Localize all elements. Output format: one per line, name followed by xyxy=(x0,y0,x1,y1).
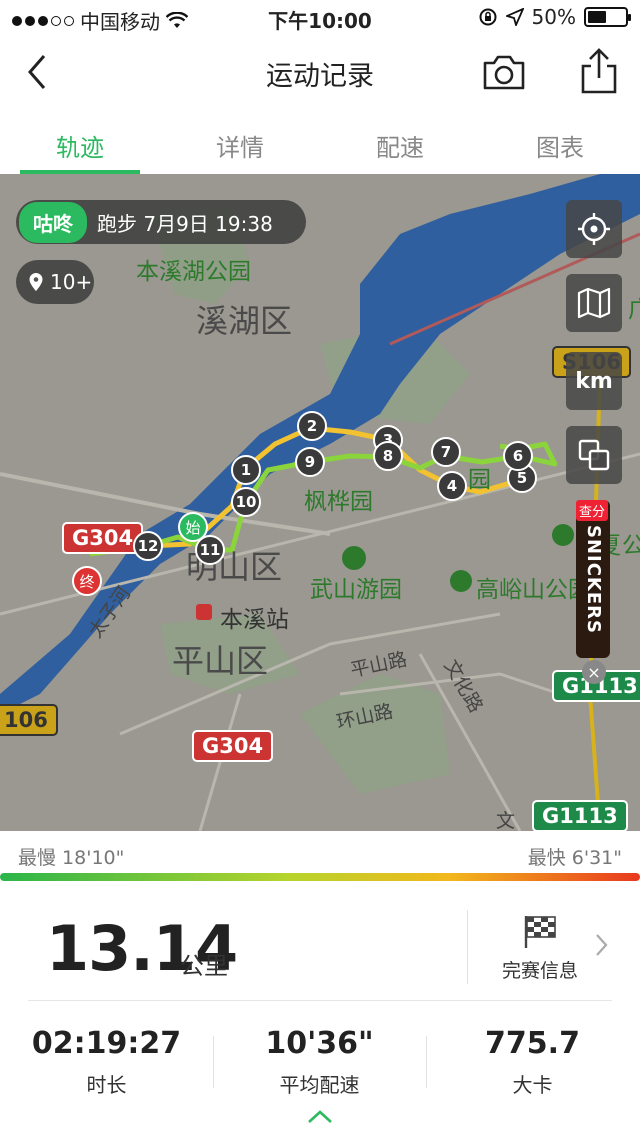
crosshair-icon xyxy=(578,213,610,245)
ad-badge: 查分 xyxy=(576,500,609,521)
train-station-icon xyxy=(196,604,212,620)
stat-calories: 775.7 大卡 xyxy=(426,1026,639,1098)
copy-layers-icon xyxy=(578,439,610,471)
map-label-park: 本溪湖公园 xyxy=(136,259,251,285)
map-icon xyxy=(577,287,611,319)
route-marker-7[interactable]: 7 xyxy=(431,437,461,467)
tab-details[interactable]: 详情 xyxy=(160,112,320,174)
road-shield-g304: G304 xyxy=(62,522,144,554)
stat-value: 775.7 xyxy=(485,1026,580,1061)
road-shield-g304: G304 xyxy=(192,730,274,762)
session-tag: 咕咚 xyxy=(19,201,87,243)
finish-info-label: 完赛信息 xyxy=(501,960,578,982)
rotation-lock-icon xyxy=(479,8,497,26)
road-shield-g1113: G1113 xyxy=(532,800,628,831)
session-pill: 咕咚 跑步 7月9日 19:38 xyxy=(16,200,306,244)
park-icon xyxy=(450,570,472,592)
poi-count-button[interactable]: 10+ xyxy=(16,260,94,304)
stat-value: 02:19:27 xyxy=(31,1026,182,1061)
stat-label: 平均配速 xyxy=(279,1073,360,1097)
session-info: 跑步 7月9日 19:38 xyxy=(97,211,273,236)
pace-fastest: 最快 6'31" xyxy=(527,847,622,869)
snickers-ad[interactable]: SNICKERS xyxy=(576,500,610,658)
map-label-park: 枫桦园 xyxy=(304,489,373,515)
share-button[interactable] xyxy=(576,46,622,96)
stat-duration: 02:19:27 时长 xyxy=(0,1026,213,1098)
park-icon xyxy=(552,524,574,546)
overlay-toggle-button[interactable] xyxy=(566,426,622,484)
pace-slowest: 最慢 18'10" xyxy=(18,847,125,869)
pace-legend: 最慢 18'10" 最快 6'31" xyxy=(0,831,640,883)
battery-percent: 50% xyxy=(531,5,576,29)
map-label-partial: 公 xyxy=(622,533,640,559)
route-marker-2[interactable]: 2 xyxy=(297,411,327,441)
chevron-up-icon[interactable] xyxy=(306,1108,334,1126)
status-right: 50% xyxy=(478,5,631,29)
road-shield-s106: 106 xyxy=(0,704,58,736)
map-label-district: 溪湖区 xyxy=(196,302,293,340)
map-label-district: 平山区 xyxy=(172,642,269,680)
locate-button[interactable] xyxy=(566,200,622,258)
start-marker[interactable]: 始 xyxy=(178,512,208,542)
tab-track[interactable]: 轨迹 xyxy=(0,112,160,174)
route-marker-1[interactable]: 1 xyxy=(231,455,261,485)
chevron-right-icon[interactable] xyxy=(594,932,610,958)
route-marker-4[interactable]: 4 xyxy=(437,471,467,501)
location-pin-icon xyxy=(29,273,43,291)
stat-label: 大卡 xyxy=(512,1073,553,1097)
map-label-park: 高峪山公园 xyxy=(476,577,591,603)
map-label-station: 本溪站 xyxy=(220,607,289,633)
map-label-partial: 文 xyxy=(496,810,516,831)
route-marker-12[interactable]: 12 xyxy=(133,531,163,561)
divider xyxy=(28,1000,612,1001)
status-bar: 中国移动 下午10:00 50% xyxy=(0,0,640,36)
route-marker-10[interactable]: 10 xyxy=(231,487,261,517)
finish-info-button[interactable]: 完赛信息 xyxy=(500,914,580,983)
route-marker-6[interactable]: 6 xyxy=(503,441,533,471)
map-layer-button[interactable] xyxy=(566,274,622,332)
tab-chart[interactable]: 图表 xyxy=(480,112,640,174)
route-marker-8[interactable]: 8 xyxy=(373,441,403,471)
stat-label: 时长 xyxy=(86,1073,127,1097)
map-label-partial: 广 xyxy=(628,297,640,323)
distance-unit: 公里 xyxy=(180,952,228,980)
ad-close-button[interactable]: × xyxy=(582,660,606,684)
route-marker-9[interactable]: 9 xyxy=(295,447,325,477)
nav-bar: 运动记录 xyxy=(0,36,640,112)
route-map[interactable]: 咕咚 跑步 7月9日 19:38 10+ S106 km xyxy=(0,174,640,831)
tab-bar: 轨迹 详情 配速 图表 xyxy=(0,112,640,174)
end-marker[interactable]: 终 xyxy=(72,566,102,596)
map-label-partial: 园 xyxy=(468,467,491,493)
park-icon xyxy=(342,546,366,570)
tab-pace[interactable]: 配速 xyxy=(320,112,480,174)
page-title: 运动记录 xyxy=(266,61,374,92)
camera-button[interactable] xyxy=(480,48,528,96)
stat-value: 10'36" xyxy=(265,1026,374,1061)
unit-toggle-button[interactable]: km xyxy=(566,352,622,410)
stat-avg-pace: 10'36" 平均配速 xyxy=(213,1026,426,1098)
pace-gradient xyxy=(0,873,640,881)
checkered-flag-icon xyxy=(524,916,556,948)
ad-brand: SNICKERS xyxy=(582,524,604,634)
battery-icon xyxy=(584,7,631,27)
location-arrow-icon xyxy=(505,8,524,26)
poi-count: 10+ xyxy=(50,270,93,294)
divider xyxy=(467,910,468,984)
map-label-park: 武山游园 xyxy=(310,577,402,603)
